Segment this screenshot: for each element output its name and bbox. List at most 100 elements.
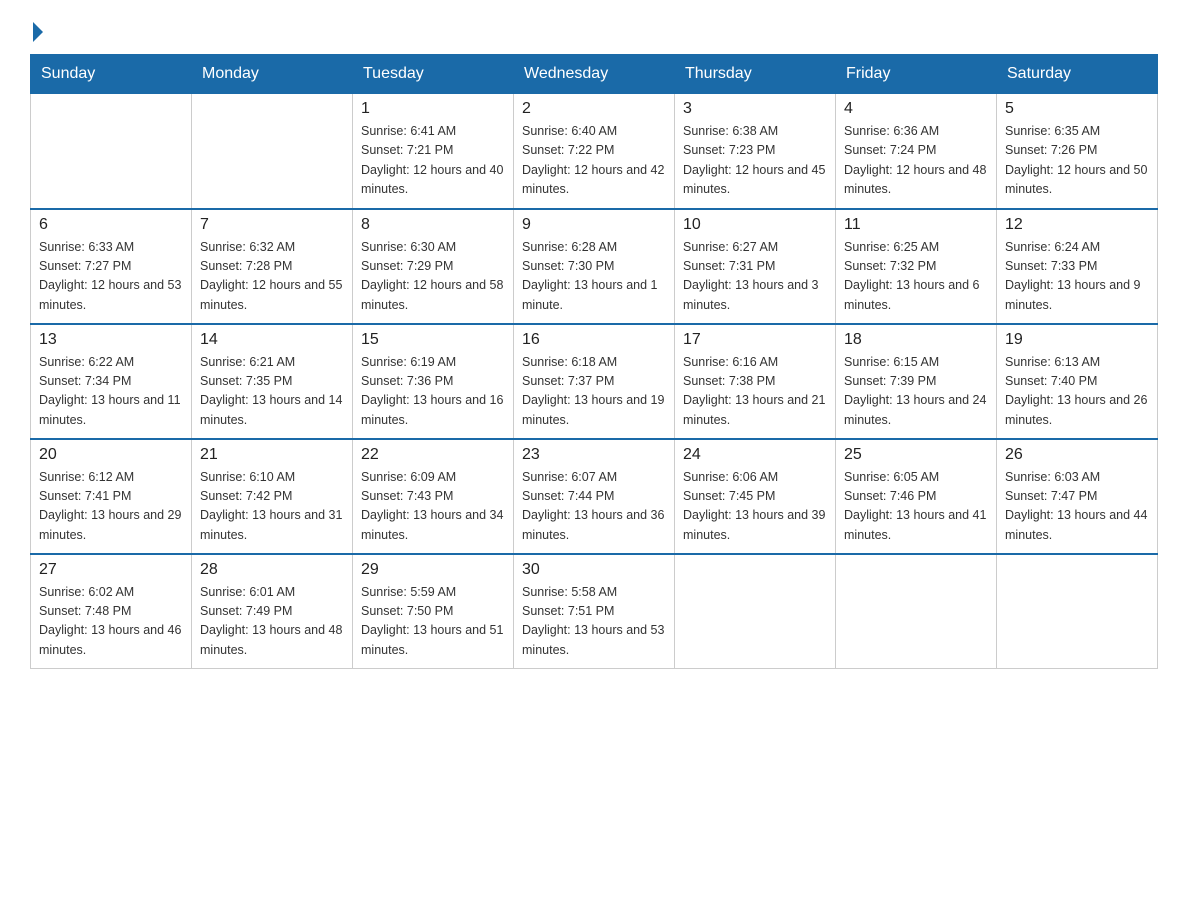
- calendar-week-row: 27Sunrise: 6:02 AMSunset: 7:48 PMDayligh…: [31, 554, 1158, 669]
- day-info: Sunrise: 6:22 AMSunset: 7:34 PMDaylight:…: [39, 353, 183, 431]
- day-info: Sunrise: 6:07 AMSunset: 7:44 PMDaylight:…: [522, 468, 666, 546]
- calendar-cell: 20 Sunrise: 6:12 AMSunset: 7:41 PMDayligh…: [31, 439, 192, 554]
- day-info: Sunrise: 6:01 AMSunset: 7:49 PMDaylight:…: [200, 583, 344, 661]
- calendar-cell: 2 Sunrise: 6:40 AMSunset: 7:22 PMDaylight…: [514, 94, 675, 209]
- calendar-cell: 19 Sunrise: 6:13 AMSunset: 7:40 PMDayligh…: [997, 324, 1158, 439]
- calendar-week-row: 20 Sunrise: 6:12 AMSunset: 7:41 PMDayligh…: [31, 439, 1158, 554]
- day-info: Sunrise: 6:02 AMSunset: 7:48 PMDaylight:…: [39, 583, 183, 661]
- day-number: 30: [522, 561, 666, 579]
- calendar-table: SundayMondayTuesdayWednesdayThursdayFrid…: [30, 54, 1158, 669]
- calendar-cell: 6Sunrise: 6:33 AMSunset: 7:27 PMDaylight…: [31, 209, 192, 324]
- calendar-cell: 21 Sunrise: 6:10 AMSunset: 7:42 PMDayligh…: [192, 439, 353, 554]
- calendar-header-row: SundayMondayTuesdayWednesdayThursdayFrid…: [31, 55, 1158, 94]
- column-header-saturday: Saturday: [997, 55, 1158, 94]
- calendar-cell: 4 Sunrise: 6:36 AMSunset: 7:24 PMDaylight…: [836, 94, 997, 209]
- day-number: 25: [844, 446, 988, 464]
- day-number: 26: [1005, 446, 1149, 464]
- column-header-wednesday: Wednesday: [514, 55, 675, 94]
- day-info: Sunrise: 6:06 AMSunset: 7:45 PMDaylight:…: [683, 468, 827, 546]
- column-header-sunday: Sunday: [31, 55, 192, 94]
- column-header-friday: Friday: [836, 55, 997, 94]
- day-info: Sunrise: 6:25 AMSunset: 7:32 PMDaylight:…: [844, 238, 988, 316]
- day-number: 7: [200, 216, 344, 234]
- day-number: 4: [844, 100, 988, 118]
- calendar-cell: 18 Sunrise: 6:15 AMSunset: 7:39 PMDayligh…: [836, 324, 997, 439]
- day-number: 5: [1005, 100, 1149, 118]
- calendar-cell: 29 Sunrise: 5:59 AMSunset: 7:50 PMDayligh…: [353, 554, 514, 669]
- day-info: Sunrise: 6:41 AMSunset: 7:21 PMDaylight:…: [361, 122, 505, 200]
- calendar-cell: 14 Sunrise: 6:21 AMSunset: 7:35 PMDayligh…: [192, 324, 353, 439]
- column-header-monday: Monday: [192, 55, 353, 94]
- day-number: 14: [200, 331, 344, 349]
- day-info: Sunrise: 6:18 AMSunset: 7:37 PMDaylight:…: [522, 353, 666, 431]
- day-info: Sunrise: 6:10 AMSunset: 7:42 PMDaylight:…: [200, 468, 344, 546]
- day-number: 17: [683, 331, 827, 349]
- calendar-cell: 1 Sunrise: 6:41 AMSunset: 7:21 PMDaylight…: [353, 94, 514, 209]
- calendar-cell: 28 Sunrise: 6:01 AMSunset: 7:49 PMDayligh…: [192, 554, 353, 669]
- day-number: 18: [844, 331, 988, 349]
- calendar-cell: 5 Sunrise: 6:35 AMSunset: 7:26 PMDaylight…: [997, 94, 1158, 209]
- day-info: Sunrise: 6:38 AMSunset: 7:23 PMDaylight:…: [683, 122, 827, 200]
- calendar-cell: 10 Sunrise: 6:27 AMSunset: 7:31 PMDayligh…: [675, 209, 836, 324]
- day-info: Sunrise: 6:21 AMSunset: 7:35 PMDaylight:…: [200, 353, 344, 431]
- day-number: 20: [39, 446, 183, 464]
- calendar-cell: 27Sunrise: 6:02 AMSunset: 7:48 PMDayligh…: [31, 554, 192, 669]
- calendar-cell: 12 Sunrise: 6:24 AMSunset: 7:33 PMDayligh…: [997, 209, 1158, 324]
- logo: [30, 20, 43, 38]
- day-number: 1: [361, 100, 505, 118]
- day-info: Sunrise: 6:40 AMSunset: 7:22 PMDaylight:…: [522, 122, 666, 200]
- calendar-cell: 16 Sunrise: 6:18 AMSunset: 7:37 PMDayligh…: [514, 324, 675, 439]
- calendar-week-row: 6Sunrise: 6:33 AMSunset: 7:27 PMDaylight…: [31, 209, 1158, 324]
- calendar-cell: 13 Sunrise: 6:22 AMSunset: 7:34 PMDayligh…: [31, 324, 192, 439]
- day-number: 6: [39, 216, 183, 234]
- day-number: 16: [522, 331, 666, 349]
- day-info: Sunrise: 6:28 AMSunset: 7:30 PMDaylight:…: [522, 238, 666, 316]
- calendar-cell: 25Sunrise: 6:05 AMSunset: 7:46 PMDayligh…: [836, 439, 997, 554]
- day-info: Sunrise: 6:19 AMSunset: 7:36 PMDaylight:…: [361, 353, 505, 431]
- day-info: Sunrise: 6:03 AMSunset: 7:47 PMDaylight:…: [1005, 468, 1149, 546]
- day-number: 11: [844, 216, 988, 234]
- calendar-cell: 26 Sunrise: 6:03 AMSunset: 7:47 PMDayligh…: [997, 439, 1158, 554]
- calendar-cell: [31, 94, 192, 209]
- day-info: Sunrise: 6:13 AMSunset: 7:40 PMDaylight:…: [1005, 353, 1149, 431]
- calendar-cell: 15 Sunrise: 6:19 AMSunset: 7:36 PMDayligh…: [353, 324, 514, 439]
- page-header: [30, 20, 1158, 38]
- day-number: 2: [522, 100, 666, 118]
- day-info: Sunrise: 6:35 AMSunset: 7:26 PMDaylight:…: [1005, 122, 1149, 200]
- day-number: 19: [1005, 331, 1149, 349]
- day-info: Sunrise: 6:15 AMSunset: 7:39 PMDaylight:…: [844, 353, 988, 431]
- calendar-cell: 22Sunrise: 6:09 AMSunset: 7:43 PMDayligh…: [353, 439, 514, 554]
- calendar-cell: 11 Sunrise: 6:25 AMSunset: 7:32 PMDayligh…: [836, 209, 997, 324]
- calendar-cell: 9Sunrise: 6:28 AMSunset: 7:30 PMDaylight…: [514, 209, 675, 324]
- day-info: Sunrise: 6:30 AMSunset: 7:29 PMDaylight:…: [361, 238, 505, 316]
- calendar-week-row: 13 Sunrise: 6:22 AMSunset: 7:34 PMDayligh…: [31, 324, 1158, 439]
- day-info: Sunrise: 5:58 AMSunset: 7:51 PMDaylight:…: [522, 583, 666, 661]
- day-number: 21: [200, 446, 344, 464]
- day-number: 8: [361, 216, 505, 234]
- day-number: 13: [39, 331, 183, 349]
- calendar-cell: [192, 94, 353, 209]
- day-info: Sunrise: 6:27 AMSunset: 7:31 PMDaylight:…: [683, 238, 827, 316]
- day-info: Sunrise: 6:32 AMSunset: 7:28 PMDaylight:…: [200, 238, 344, 316]
- calendar-cell: 8 Sunrise: 6:30 AMSunset: 7:29 PMDaylight…: [353, 209, 514, 324]
- calendar-cell: 7 Sunrise: 6:32 AMSunset: 7:28 PMDaylight…: [192, 209, 353, 324]
- calendar-cell: 3 Sunrise: 6:38 AMSunset: 7:23 PMDaylight…: [675, 94, 836, 209]
- column-header-tuesday: Tuesday: [353, 55, 514, 94]
- calendar-cell: 30 Sunrise: 5:58 AMSunset: 7:51 PMDayligh…: [514, 554, 675, 669]
- day-info: Sunrise: 5:59 AMSunset: 7:50 PMDaylight:…: [361, 583, 505, 661]
- day-number: 28: [200, 561, 344, 579]
- logo-arrow-icon: [33, 22, 43, 42]
- day-info: Sunrise: 6:12 AMSunset: 7:41 PMDaylight:…: [39, 468, 183, 546]
- calendar-week-row: 1 Sunrise: 6:41 AMSunset: 7:21 PMDaylight…: [31, 94, 1158, 209]
- day-number: 3: [683, 100, 827, 118]
- day-number: 12: [1005, 216, 1149, 234]
- day-number: 29: [361, 561, 505, 579]
- day-number: 24: [683, 446, 827, 464]
- calendar-cell: 17Sunrise: 6:16 AMSunset: 7:38 PMDayligh…: [675, 324, 836, 439]
- day-number: 15: [361, 331, 505, 349]
- calendar-cell: 23Sunrise: 6:07 AMSunset: 7:44 PMDayligh…: [514, 439, 675, 554]
- day-info: Sunrise: 6:36 AMSunset: 7:24 PMDaylight:…: [844, 122, 988, 200]
- day-info: Sunrise: 6:24 AMSunset: 7:33 PMDaylight:…: [1005, 238, 1149, 316]
- calendar-cell: [997, 554, 1158, 669]
- day-number: 10: [683, 216, 827, 234]
